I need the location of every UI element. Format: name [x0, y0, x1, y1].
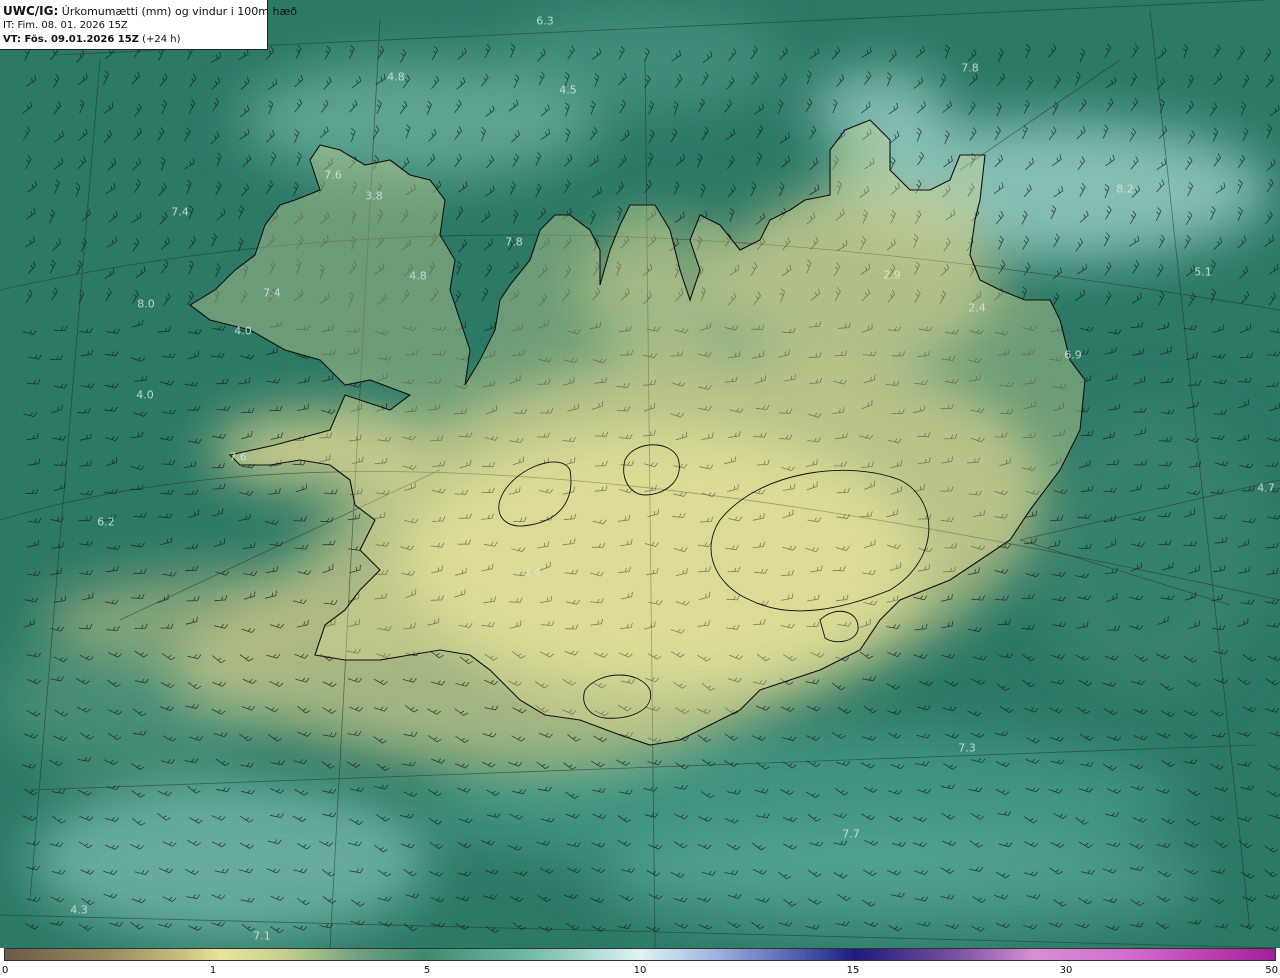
map-label: 3.8 [365, 189, 383, 203]
map-label: 3.4 [523, 565, 541, 579]
colorbar-legend: 0 1 5 10 15 30 50 [0, 948, 1280, 978]
lead-time: (+24 h) [142, 34, 181, 45]
map-label: 8.2 [1116, 182, 1134, 196]
map-label: 4.8 [409, 269, 427, 283]
map-label: 7.8 [505, 235, 523, 249]
colorbar-tick: 10 [633, 965, 647, 976]
map-label: 2.9 [883, 268, 901, 282]
colorbar-tick: 1 [209, 965, 217, 976]
map-label: 4.8 [387, 70, 405, 84]
map-label: 7.6 [324, 168, 342, 182]
colorbar-gradient [4, 948, 1276, 961]
map-canvas [0, 0, 1280, 948]
map-label: 4.0 [136, 388, 154, 402]
colorbar-tick: 30 [1059, 965, 1073, 976]
colorbar-tick: 0 [2, 965, 9, 976]
map-title: UWC/IG: Úrkomumætti (mm) og vindur i 100… [3, 4, 297, 19]
map-label: 4.0 [234, 324, 252, 338]
map-label: 6.3 [536, 14, 554, 28]
map-label: 6.9 [1064, 348, 1082, 362]
valid-time-row: VT: Fös. 09.01.2026 15Z (+24 h) [3, 33, 264, 47]
map-label: 4.7 [1257, 481, 1275, 495]
init-time: IT: Fim. 08. 01. 2026 15Z [3, 20, 128, 31]
colorbar-tick: 15 [846, 965, 860, 976]
map-label: 4.3 [70, 903, 88, 917]
map-label: 7.1 [253, 929, 271, 943]
map-label: 7.7 [842, 827, 860, 841]
valid-time: VT: Fös. 09.01.2026 15Z [3, 34, 139, 45]
map-label: 7.4 [171, 205, 189, 219]
map-label: 7.8 [961, 61, 979, 75]
model-name: UWC/IG: [3, 4, 59, 18]
map-label: 7.3 [958, 741, 976, 755]
forecast-info-box: UWC/IG: Úrkomumætti (mm) og vindur i 100… [0, 0, 297, 50]
map-label: 8.0 [137, 297, 155, 311]
field-description: Úrkomumætti (mm) og vindur i 100m hæð [61, 5, 297, 18]
map-label: 7.4 [263, 286, 281, 300]
precipitation-map: 6.3 7.8 4.8 4.5 7.6 3.8 7.4 7.8 4.8 7.4 … [0, 0, 1280, 948]
map-label: 2.4 [968, 301, 986, 315]
colorbar-tick: 5 [423, 965, 431, 976]
colorbar-tick: 50 [1265, 965, 1278, 976]
map-label: 7.6 [229, 450, 247, 464]
map-label: 4.5 [559, 83, 577, 97]
map-label: 5.1 [1194, 265, 1212, 279]
map-label: 6.2 [97, 515, 115, 529]
